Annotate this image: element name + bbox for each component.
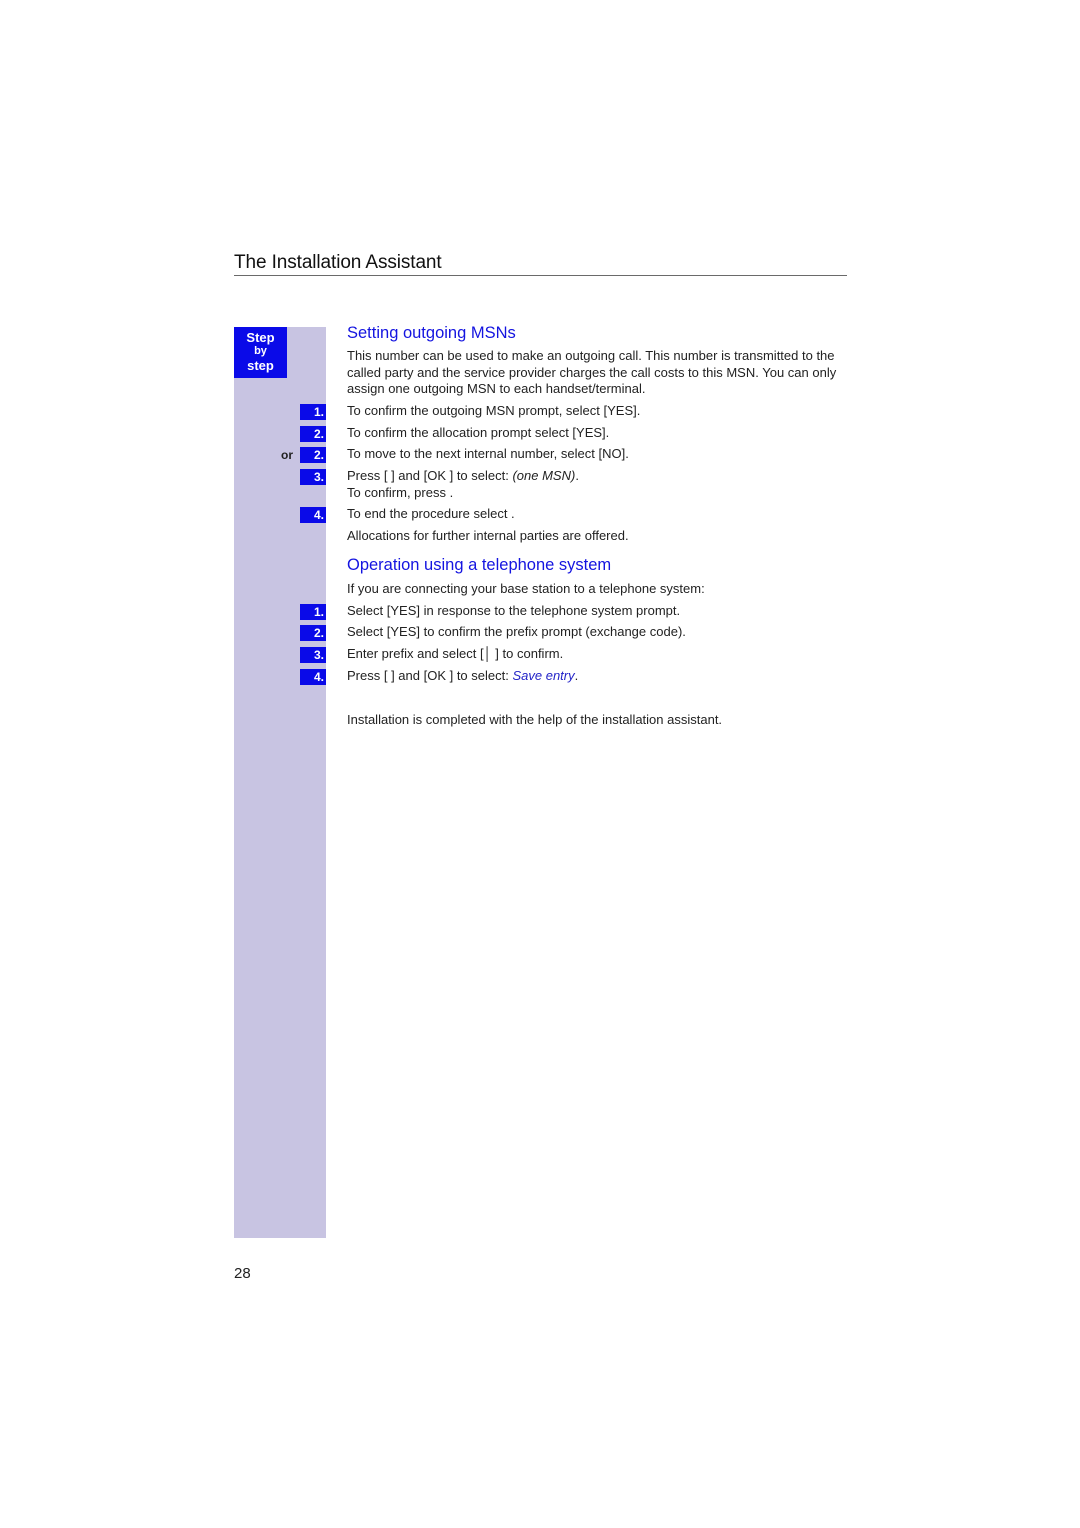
step-text: Press [ ] and [OK ] to select: (one MSN)… [347, 468, 579, 485]
step-text-part: . [574, 668, 579, 683]
step-text-part: . [575, 468, 579, 483]
section-note: Allocations for further internal parties… [347, 528, 629, 543]
step-text-continuation: To confirm, press . [347, 485, 454, 500]
section-heading-msn: Setting outgoing MSNs [347, 324, 516, 342]
step-text: Enter prefix and select [│ ] to confirm. [347, 646, 564, 661]
step-number: 2. [300, 426, 326, 442]
step-number: 1. [300, 604, 326, 620]
step-number: 1. [300, 404, 326, 420]
page-header: The Installation Assistant [234, 252, 847, 276]
badge-word: step [247, 358, 274, 373]
step-sidebar [234, 327, 326, 1238]
step-number: 3. [300, 469, 326, 485]
step-by-step-badge: Step by step [234, 327, 287, 378]
section-heading-telephone-system: Operation using a telephone system [347, 556, 612, 574]
step-text: Press [ ] and [OK ] to select: Save entr… [347, 668, 578, 685]
step-text: Select [YES] to confirm the prefix promp… [347, 624, 686, 639]
section-intro-msn: This number can be used to make an outgo… [347, 348, 837, 396]
step-text: To end the procedure select . [347, 506, 515, 521]
badge-word: Step [246, 330, 275, 345]
step-text: To confirm the outgoing MSN prompt, sele… [347, 403, 641, 418]
step-text-part: Press [ ] and [OK ] to select: [347, 468, 513, 483]
step-text: Select [YES] in response to the telephon… [347, 603, 681, 618]
or-label: or [281, 448, 293, 462]
page-number: 28 [234, 1265, 251, 1282]
step-text: To confirm the allocation prompt select … [347, 425, 610, 440]
step-number: 4. [300, 507, 326, 523]
page-title: The Installation Assistant [234, 252, 442, 273]
closing-text: Installation is completed with the help … [347, 712, 723, 727]
step-number: 2. [300, 625, 326, 641]
step-text: To move to the next internal number, sel… [347, 446, 629, 461]
step-number: 4. [300, 669, 326, 685]
menu-option: Save entry [512, 668, 575, 683]
step-number: 3. [300, 647, 326, 663]
step-number: 2. [300, 447, 326, 463]
step-text-part: Press [ ] and [OK ] to select: [347, 668, 513, 683]
badge-word: by [254, 345, 267, 357]
section-intro-telephone-system: If you are connecting your base station … [347, 581, 705, 596]
menu-option: (one MSN) [512, 468, 576, 483]
